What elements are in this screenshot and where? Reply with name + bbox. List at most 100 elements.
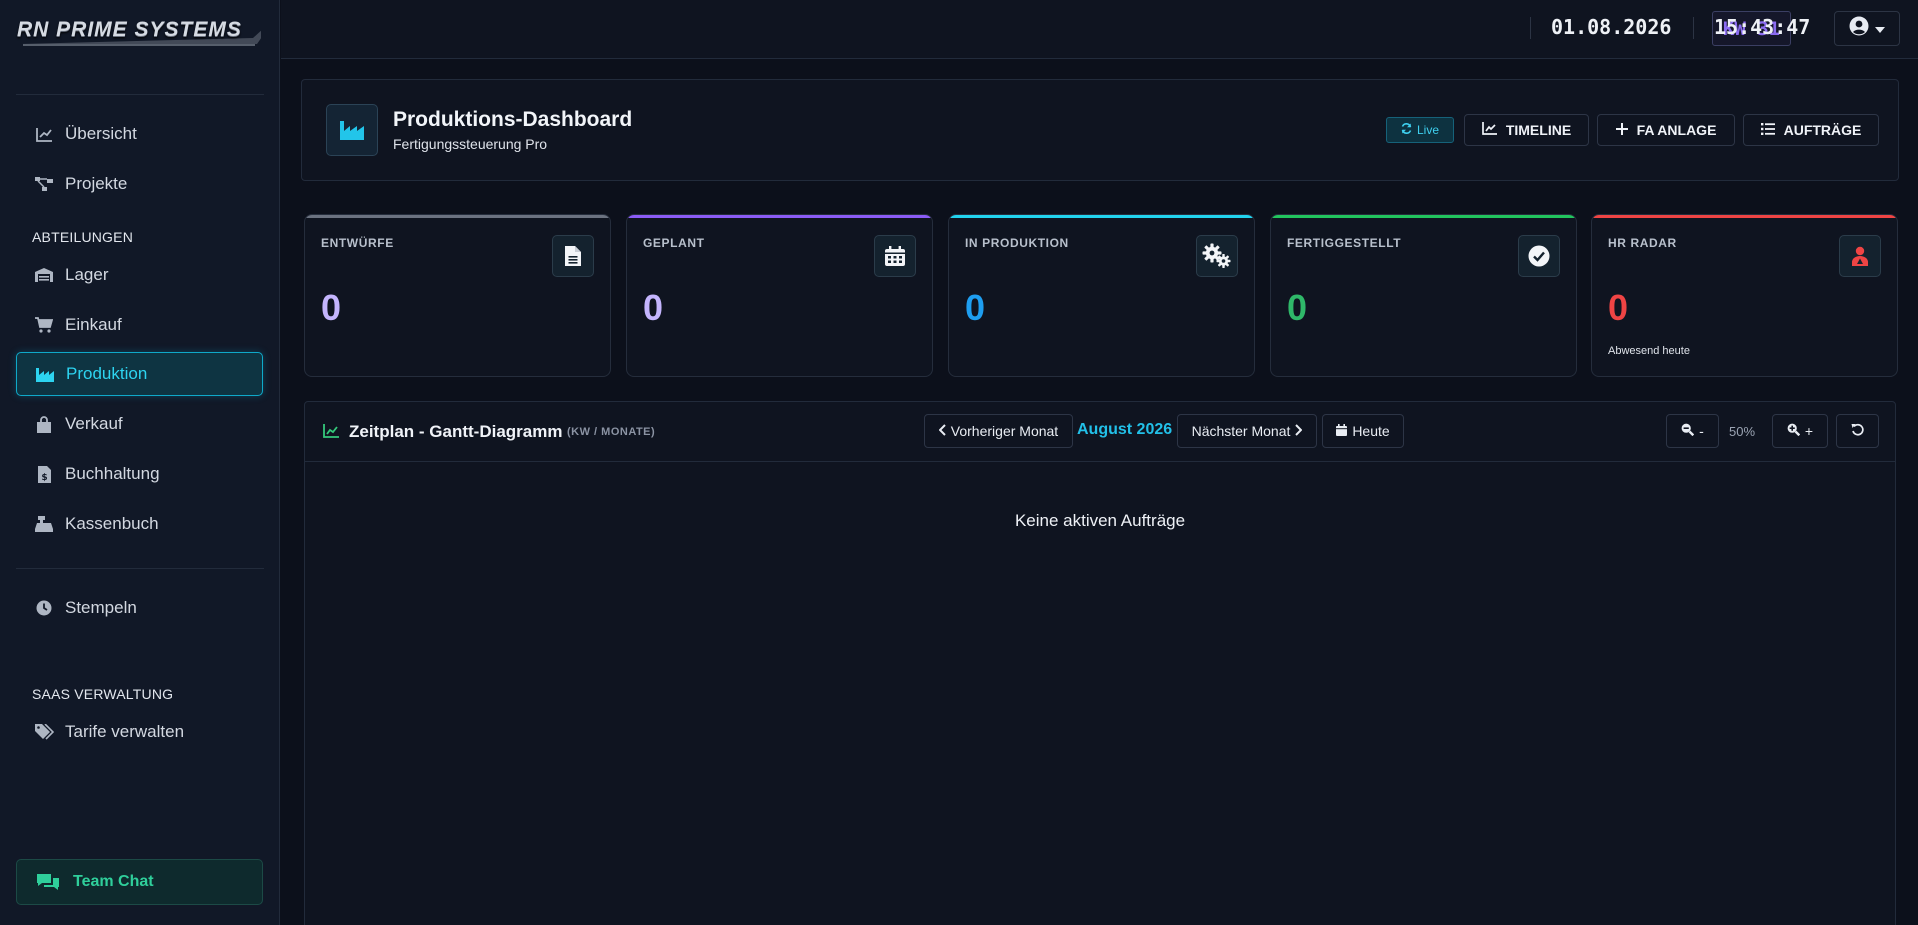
warehouse-icon bbox=[34, 265, 54, 285]
sidebar-item-label: Einkauf bbox=[65, 315, 122, 334]
section-label-saas: SAAS VERWALTUNG bbox=[32, 686, 174, 702]
file-icon bbox=[552, 235, 594, 277]
stat-card-geplant: GEPLANT 0 bbox=[626, 214, 933, 377]
stat-footnote: Abwesend heute bbox=[1608, 345, 1690, 357]
sidebar-item-label: Projekte bbox=[65, 174, 128, 193]
empty-state-message: Keine aktiven Aufträge bbox=[1014, 511, 1186, 530]
sidebar-item-label: Produktion bbox=[66, 364, 148, 383]
stat-card-entwuerfe: ENTWÜRFE 0 bbox=[304, 214, 611, 377]
sidebar-divider bbox=[16, 94, 264, 95]
sidebar: RN PRIME SYSTEMS Übersicht Projekte ABTE… bbox=[0, 0, 280, 925]
chevron-right-icon bbox=[1295, 423, 1303, 439]
live-label: Live bbox=[1416, 123, 1439, 137]
sidebar-item-einkauf[interactable]: Einkauf bbox=[16, 303, 263, 347]
gantt-title: Zeitplan - Gantt-Diagramm bbox=[349, 422, 563, 441]
section-label-abteilungen: ABTEILUNGEN bbox=[32, 229, 133, 245]
prev-month-label: Vorheriger Monat bbox=[950, 423, 1059, 439]
today-button[interactable]: Heute bbox=[1322, 414, 1404, 448]
cogs-icon bbox=[1196, 235, 1238, 277]
stat-card-fertiggestellt: FERTIGGESTELLT 0 bbox=[1270, 214, 1577, 377]
sidebar-item-label: Verkauf bbox=[65, 414, 123, 433]
industry-icon bbox=[326, 104, 378, 156]
chart-area-icon bbox=[1481, 122, 1497, 138]
clock-icon bbox=[34, 598, 54, 618]
stat-card-in-produktion: IN PRODUKTION 0 bbox=[948, 214, 1255, 377]
stat-accent-bar bbox=[627, 215, 932, 218]
prev-month-button[interactable]: Vorheriger Monat bbox=[924, 414, 1073, 448]
zoom-level: 50% bbox=[1729, 424, 1756, 439]
zoom-out-button[interactable]: - bbox=[1666, 414, 1719, 448]
chevron-left-icon bbox=[938, 423, 946, 439]
stat-accent-bar bbox=[1592, 215, 1897, 218]
auftraege-label: AUFTRÄGE bbox=[1783, 122, 1862, 138]
search-minus-icon bbox=[1681, 423, 1695, 439]
team-chat-button[interactable]: Team Chat bbox=[16, 859, 263, 905]
page-subtitle: Fertigungssteuerung Pro bbox=[393, 136, 548, 152]
sidebar-item-stempeln[interactable]: Stempeln bbox=[16, 586, 263, 630]
chart-line-icon bbox=[34, 124, 54, 144]
reset-zoom-button[interactable] bbox=[1836, 414, 1879, 448]
comments-icon bbox=[35, 872, 61, 892]
timeline-button[interactable]: TIMELINE bbox=[1464, 114, 1589, 146]
calendar-icon bbox=[874, 235, 916, 277]
timeline-label: TIMELINE bbox=[1505, 122, 1572, 138]
search-plus-icon bbox=[1787, 423, 1801, 439]
sidebar-item-label: Übersicht bbox=[65, 124, 137, 143]
team-chat-label: Team Chat bbox=[73, 873, 154, 890]
stat-value: 0 bbox=[1287, 287, 1308, 328]
app-logo[interactable]: RN PRIME SYSTEMS bbox=[17, 16, 261, 48]
sidebar-item-label: Stempeln bbox=[65, 598, 137, 617]
fa-anlage-button[interactable]: FA ANLAGE bbox=[1597, 114, 1735, 146]
top-bar: KW 31 01.08.2026 15:43:47 bbox=[281, 0, 1918, 59]
gantt-panel: Zeitplan - Gantt-Diagramm (KW / MONATE) … bbox=[304, 401, 1896, 925]
stat-value: 0 bbox=[321, 287, 342, 328]
sidebar-item-projekte[interactable]: Projekte bbox=[16, 162, 263, 206]
sidebar-item-label: Tarife verwalten bbox=[65, 722, 185, 741]
stat-accent-bar bbox=[305, 215, 610, 218]
check-circle-icon bbox=[1518, 235, 1560, 277]
tags-icon bbox=[34, 722, 54, 742]
chart-area-icon bbox=[323, 424, 339, 443]
stat-card-hr-radar: HR RADAR 0 Abwesend heute bbox=[1591, 214, 1898, 377]
stat-value: 0 bbox=[1608, 287, 1629, 328]
sidebar-item-verkauf[interactable]: Verkauf bbox=[16, 402, 263, 446]
next-month-button[interactable]: Nächster Monat bbox=[1177, 414, 1317, 448]
list-icon bbox=[1760, 122, 1775, 138]
live-status-badge[interactable]: Live bbox=[1386, 117, 1454, 143]
stat-label: IN PRODUKTION bbox=[965, 236, 1069, 250]
logo-text: RN PRIME SYSTEMS bbox=[17, 18, 242, 41]
user-menu-button[interactable] bbox=[1834, 11, 1900, 46]
current-time: 15:43:47 bbox=[1714, 15, 1811, 39]
today-label: Heute bbox=[1352, 423, 1390, 439]
divider bbox=[1530, 17, 1531, 39]
chevron-down-icon bbox=[1875, 20, 1885, 38]
zoom-in-button[interactable]: + bbox=[1772, 414, 1828, 448]
stat-accent-bar bbox=[1271, 215, 1576, 218]
page-title: Produktions-Dashboard bbox=[393, 108, 633, 131]
fa-anlage-label: FA ANLAGE bbox=[1636, 122, 1717, 138]
user-alert-icon bbox=[1839, 235, 1881, 277]
current-month-label: August 2026 bbox=[1077, 421, 1173, 438]
sidebar-item-label: Lager bbox=[65, 265, 109, 284]
current-date: 01.08.2026 bbox=[1551, 15, 1672, 39]
sidebar-item-label: Buchhaltung bbox=[65, 464, 160, 483]
stat-value: 0 bbox=[965, 287, 986, 328]
stat-label: HR RADAR bbox=[1608, 236, 1677, 250]
sidebar-item-buchhaltung[interactable]: $ Buchhaltung bbox=[16, 452, 263, 496]
divider bbox=[1693, 17, 1694, 39]
zoom-out-label: - bbox=[1699, 423, 1704, 439]
sidebar-item-kassenbuch[interactable]: Kassenbuch bbox=[16, 502, 263, 546]
auftraege-button[interactable]: AUFTRÄGE bbox=[1743, 114, 1879, 146]
next-month-label: Nächster Monat bbox=[1191, 423, 1291, 439]
gantt-header: Zeitplan - Gantt-Diagramm (KW / MONATE) … bbox=[305, 402, 1895, 462]
sync-icon bbox=[1401, 123, 1412, 137]
sidebar-divider bbox=[16, 568, 264, 569]
industry-icon bbox=[35, 364, 55, 384]
stat-value: 0 bbox=[643, 287, 664, 328]
sidebar-item-lager[interactable]: Lager bbox=[16, 253, 263, 297]
sidebar-item-uebersicht[interactable]: Übersicht bbox=[16, 112, 263, 156]
sidebar-item-tarife[interactable]: Tarife verwalten bbox=[16, 710, 263, 754]
cart-icon bbox=[34, 315, 54, 335]
dashboard-header: Produktions-Dashboard Fertigungssteuerun… bbox=[301, 79, 1899, 181]
sidebar-item-produktion[interactable]: Produktion bbox=[16, 352, 263, 396]
